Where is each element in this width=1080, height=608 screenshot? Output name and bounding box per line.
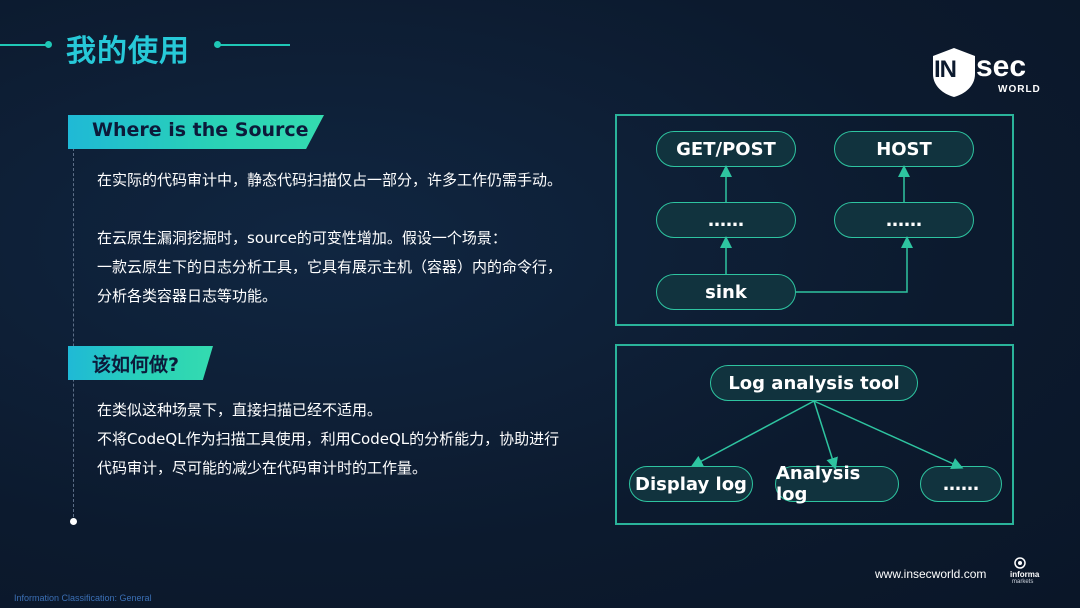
node-analysis-log: Analysis log (775, 463, 899, 505)
footer-url: www.insecworld.com (875, 567, 987, 581)
informa-logo: informa markets (1010, 556, 1046, 586)
body-line: 不将CodeQL作为扫描工具使用，利用CodeQL的分析能力，协助进行 (97, 430, 560, 448)
node-host: HOST (834, 131, 974, 167)
body-line: 在云原生漏洞挖掘时，source的可变性增加。假设一个场景： (97, 229, 507, 247)
timeline-line (73, 148, 74, 522)
section-heading-source: Where is the Source (92, 119, 309, 141)
timeline-dot (70, 518, 77, 525)
logo-sec-text: sec (976, 50, 1027, 83)
informa-subtext: markets (1012, 579, 1034, 585)
section-heading-how: 该如何做? (92, 354, 180, 376)
body-line: 在实际的代码审计中，静态代码扫描仅占一部分，许多工作仍需手动。 (97, 171, 563, 189)
section-body-how: 在类似这种场景下，直接扫描已经不适用。 不将CodeQL作为扫描工具使用，利用C… (97, 396, 559, 483)
body-line: 代码审计，尽可能的减少在代码审计时的工作量。 (97, 459, 428, 477)
informa-logo-icon (1014, 557, 1026, 569)
node-sink: sink (656, 274, 796, 310)
body-line: 在类似这种场景下，直接扫描已经不适用。 (97, 401, 383, 419)
logo-world-text: WORLD (998, 84, 1041, 95)
node-mid-right: …… (834, 202, 974, 238)
title-decoration-line-left (0, 44, 48, 46)
title-decoration-dot-left (45, 41, 52, 48)
informa-text: informa (1010, 570, 1040, 579)
page-title: 我的使用 (66, 34, 190, 69)
node-mid-left: …… (656, 202, 796, 238)
section-body-source: 在实际的代码审计中，静态代码扫描仅占一部分，许多工作仍需手动。 在云原生漏洞挖掘… (97, 166, 562, 311)
title-decoration-line-right (220, 44, 290, 46)
classification-label: Information Classification: General (14, 593, 152, 603)
body-line: 一款云原生下的日志分析工具，它具有展示主机（容器）内的命令行， (97, 258, 563, 276)
body-line: 分析各类容器日志等功能。 (97, 287, 278, 305)
node-log-analysis-tool: Log analysis tool (710, 365, 918, 401)
node-more: …… (920, 466, 1002, 502)
node-get-post: GET/POST (656, 131, 796, 167)
insecworld-logo: IN sec WORLD (930, 46, 1042, 98)
body-line (97, 195, 562, 224)
logo-in-text: IN (934, 56, 957, 83)
node-display-log: Display log (629, 466, 753, 502)
